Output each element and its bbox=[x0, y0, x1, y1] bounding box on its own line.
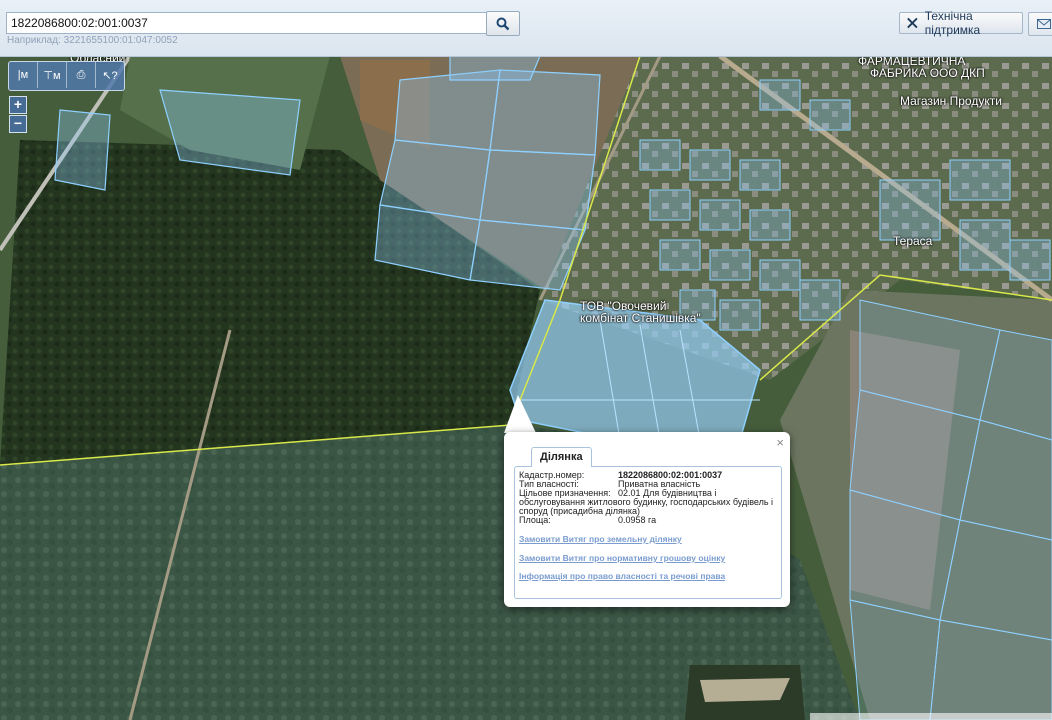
popup-pointer bbox=[504, 395, 536, 433]
zoom-in-button[interactable]: + bbox=[9, 96, 27, 114]
order-extract-link[interactable]: Замовити Витяг про земельну ділянку bbox=[519, 534, 682, 544]
search-button[interactable] bbox=[486, 11, 520, 36]
ruler-line-icon[interactable]: |м bbox=[9, 62, 38, 88]
map-toolbar: |м ⊤м ⎙ ↖? bbox=[8, 61, 125, 91]
area-label: Площа: bbox=[519, 515, 551, 525]
search-hint: Наприклад: 3221655100:01:047:0052 bbox=[7, 35, 178, 46]
close-icon[interactable]: × bbox=[776, 435, 784, 450]
parcel-details: Кадастр.номер: 1822086800:02:001:0037 Ти… bbox=[514, 466, 782, 599]
mail-button[interactable] bbox=[1028, 12, 1052, 36]
tab-parcel[interactable]: Ділянка bbox=[531, 447, 592, 467]
info-cursor-icon[interactable]: ↖? bbox=[96, 62, 124, 88]
map-imagery bbox=[0, 56, 1052, 720]
cadastral-search-input[interactable] bbox=[6, 12, 490, 34]
satellite-map[interactable]: Обласний ФАРМАЦЕВТИЧНА ФАБРИКА ООО ДКП М… bbox=[0, 56, 1052, 720]
map-label-company-line2: комбінат Станишівка" bbox=[580, 311, 701, 325]
map-label-shop: Магазин Продукти bbox=[900, 94, 1002, 108]
zoom-control: + − bbox=[9, 96, 27, 134]
zoom-out-button[interactable]: − bbox=[9, 115, 27, 133]
area-value: 0.0958 га bbox=[618, 515, 657, 525]
map-label-terrace: Тераса bbox=[893, 234, 933, 248]
order-valuation-link[interactable]: Замовити Витяг про нормативну грошову оц… bbox=[519, 553, 725, 563]
top-bar: Наприклад: 3221655100:01:047:0052 Техніч… bbox=[0, 0, 1052, 57]
ownership-info-link[interactable]: Інформація про право власності та речові… bbox=[519, 571, 725, 581]
parcel-info-popup: × Ділянка Кадастр.номер: 1822086800:02:0… bbox=[504, 432, 790, 607]
ruler-area-icon[interactable]: ⊤м bbox=[38, 62, 67, 88]
wrench-screwdriver-icon bbox=[907, 17, 918, 29]
tech-support-button[interactable]: Технічна підтримка bbox=[899, 9, 1023, 37]
envelope-icon bbox=[1037, 19, 1051, 29]
print-icon[interactable]: ⎙ bbox=[67, 62, 96, 88]
map-copyright-bar bbox=[810, 713, 1052, 720]
map-label-pharma-bottom: ФАБРИКА ООО ДКП bbox=[870, 66, 985, 80]
tech-support-label: Технічна підтримка bbox=[924, 9, 981, 37]
search-icon bbox=[496, 17, 510, 30]
